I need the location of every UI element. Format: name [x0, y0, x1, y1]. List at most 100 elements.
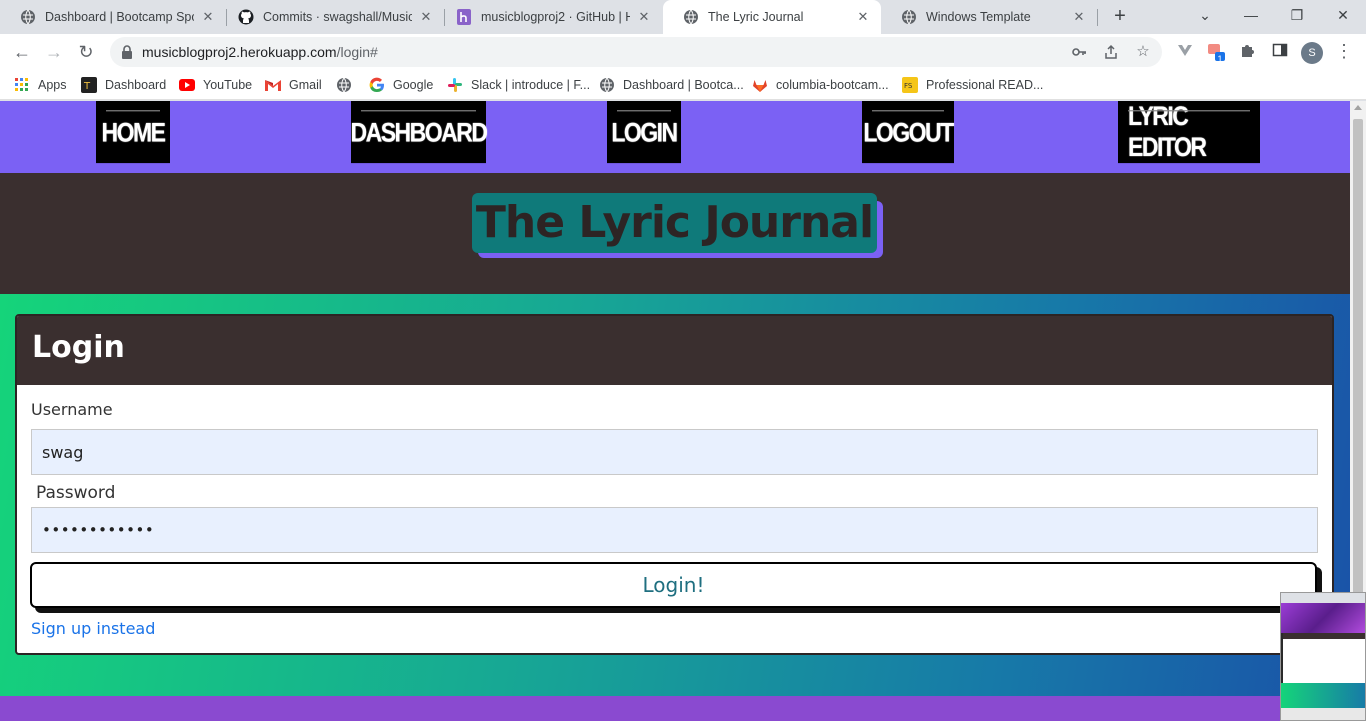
nav-dashboard-link[interactable]: DASHBOARD [351, 101, 488, 164]
preview-gradient [1281, 683, 1365, 708]
bookmark-label: Gmail [289, 78, 322, 92]
globe-icon [901, 9, 917, 25]
slack-icon [447, 77, 463, 93]
tab-windows-template[interactable]: Windows Template ✕ [881, 0, 1097, 34]
svg-text:T: T [83, 81, 91, 92]
tab-title: musicblogproj2 · GitHub | He [481, 10, 630, 24]
bookmark-gmail[interactable]: Gmail [265, 75, 322, 95]
nav-lyric-editor-link[interactable]: LYRIC EDITOR [1118, 101, 1260, 164]
preview-login-card [1283, 633, 1365, 683]
nav-login-link[interactable]: LOGIN [607, 101, 681, 164]
extensions-puzzle-icon[interactable] [1238, 42, 1258, 62]
back-button[interactable]: ← [8, 38, 36, 66]
login-card: Login Username Password •••••••••••• Log… [15, 314, 1334, 655]
tab-separator [1097, 9, 1098, 26]
tab-title: The Lyric Journal [708, 10, 804, 24]
side-panel-icon[interactable] [1270, 42, 1290, 62]
bookmark-gitlab[interactable]: columbia-bootcam... [752, 75, 889, 95]
close-icon[interactable]: ✕ [418, 9, 434, 25]
close-icon[interactable]: ✕ [855, 9, 871, 25]
bookmark-youtube[interactable]: YouTube [179, 75, 252, 95]
extension-badge-icon[interactable]: 1 [1206, 42, 1226, 64]
new-tab-button[interactable]: + [1108, 5, 1132, 29]
site-navbar: HOME DASHBOARD LOGIN LOGOUT LYRIC EDITOR [0, 101, 1350, 173]
youtube-icon [179, 77, 195, 93]
login-card-header: Login [17, 316, 1332, 385]
dashboard-icon: T [81, 77, 97, 93]
reload-button[interactable]: ↻ [72, 38, 100, 66]
apps-grid-icon [14, 77, 30, 93]
signup-link[interactable]: Sign up instead [31, 619, 155, 638]
globe-icon [599, 77, 615, 93]
tab-title: Commits · swagshall/MusicBl [263, 10, 412, 24]
close-icon[interactable]: ✕ [1071, 9, 1087, 25]
login-submit-button[interactable]: Login! [30, 562, 1317, 608]
page-viewport: HOME DASHBOARD LOGIN LOGOUT LYRIC EDITOR… [0, 101, 1350, 721]
svg-text:FS: FS [904, 82, 913, 90]
bookmarks-bar: Apps T Dashboard YouTube Gmail Google Sl… [0, 70, 1366, 100]
gitlab-icon [752, 77, 768, 93]
username-label: Username [31, 400, 113, 419]
bookmark-slack[interactable]: Slack | introduce | F... [447, 75, 590, 95]
nav-home-link[interactable]: HOME [96, 101, 170, 164]
password-input[interactable]: •••••••••••• [31, 507, 1318, 553]
password-label: Password [36, 483, 116, 503]
url-text: musicblogproj2.herokuapp.com/login# [142, 44, 378, 60]
bookmark-star-icon[interactable]: ☆ [1134, 44, 1152, 62]
bookmark-bootcamp-dashboard[interactable]: Dashboard | Bootca... [599, 75, 744, 95]
profile-avatar[interactable]: S [1301, 42, 1323, 64]
tab-bootcamp-dashboard[interactable]: Dashboard | Bootcamp Spot ✕ [0, 0, 226, 34]
readme-icon: FS [902, 77, 918, 93]
tab-strip: Dashboard | Bootcamp Spot ✕ Commits · sw… [0, 0, 1366, 34]
kebab-menu-icon[interactable]: ⋮ [1334, 42, 1354, 62]
github-icon [238, 9, 254, 25]
minimize-button[interactable]: — [1228, 0, 1274, 34]
globe-icon [336, 77, 352, 93]
bookmark-readme[interactable]: FS Professional READ... [902, 75, 1043, 95]
close-icon[interactable]: ✕ [636, 9, 652, 25]
close-icon[interactable]: ✕ [200, 9, 216, 25]
bookmark-label: columbia-bootcam... [776, 78, 889, 92]
forward-button[interactable]: → [40, 38, 68, 66]
globe-icon [20, 9, 36, 25]
tab-lyric-journal[interactable]: The Lyric Journal ✕ [663, 0, 881, 34]
google-icon [369, 77, 385, 93]
heroku-icon [456, 9, 472, 25]
globe-icon [683, 9, 699, 25]
restore-button[interactable]: ❐ [1274, 0, 1320, 34]
url-path: /login# [336, 44, 378, 60]
tab-title: Windows Template [926, 10, 1031, 24]
bookmark-label: Apps [38, 78, 67, 92]
preview-browser-chrome [1281, 593, 1365, 603]
login-heading: Login [32, 330, 125, 365]
gmail-icon [265, 77, 281, 93]
bookmark-google[interactable]: Google [369, 75, 433, 95]
browser-toolbar: ← → ↻ musicblogproj2.herokuapp.com/login… [0, 34, 1366, 70]
extension-badge-count: 1 [1217, 54, 1223, 64]
tab-heroku[interactable]: musicblogproj2 · GitHub | He ✕ [436, 0, 662, 34]
bookmark-dashboard[interactable]: T Dashboard [81, 75, 166, 95]
tab-search-icon[interactable]: ⌄ [1182, 0, 1228, 34]
share-icon[interactable] [1102, 44, 1120, 62]
site-header: The Lyric Journal [0, 173, 1350, 294]
preview-header [1281, 603, 1365, 633]
bookmark-label: Slack | introduce | F... [471, 78, 591, 92]
bookmark-label: YouTube [203, 78, 253, 92]
close-window-button[interactable]: ✕ [1320, 0, 1366, 34]
bookmark-apps[interactable]: Apps [14, 75, 67, 95]
bookmark-globe[interactable] [336, 75, 360, 95]
preview-taskbar [1281, 708, 1365, 720]
scroll-up-arrow-icon[interactable] [1354, 105, 1362, 110]
lock-icon [120, 44, 136, 60]
nav-logout-link[interactable]: LOGOUT [862, 101, 954, 164]
tab-title: Dashboard | Bootcamp Spot [45, 10, 194, 24]
username-input[interactable] [31, 429, 1318, 475]
tab-github-commits[interactable]: Commits · swagshall/MusicBl ✕ [218, 0, 444, 34]
key-icon[interactable] [1070, 44, 1088, 62]
vue-devtools-icon[interactable] [1175, 42, 1195, 62]
site-title: The Lyric Journal [475, 197, 874, 248]
screen-preview-thumbnail [1280, 592, 1366, 721]
bookmark-label: Dashboard | Bootca... [623, 78, 744, 92]
address-bar[interactable]: musicblogproj2.herokuapp.com/login# ☆ [110, 37, 1162, 67]
bookmark-label: Google [393, 78, 434, 92]
